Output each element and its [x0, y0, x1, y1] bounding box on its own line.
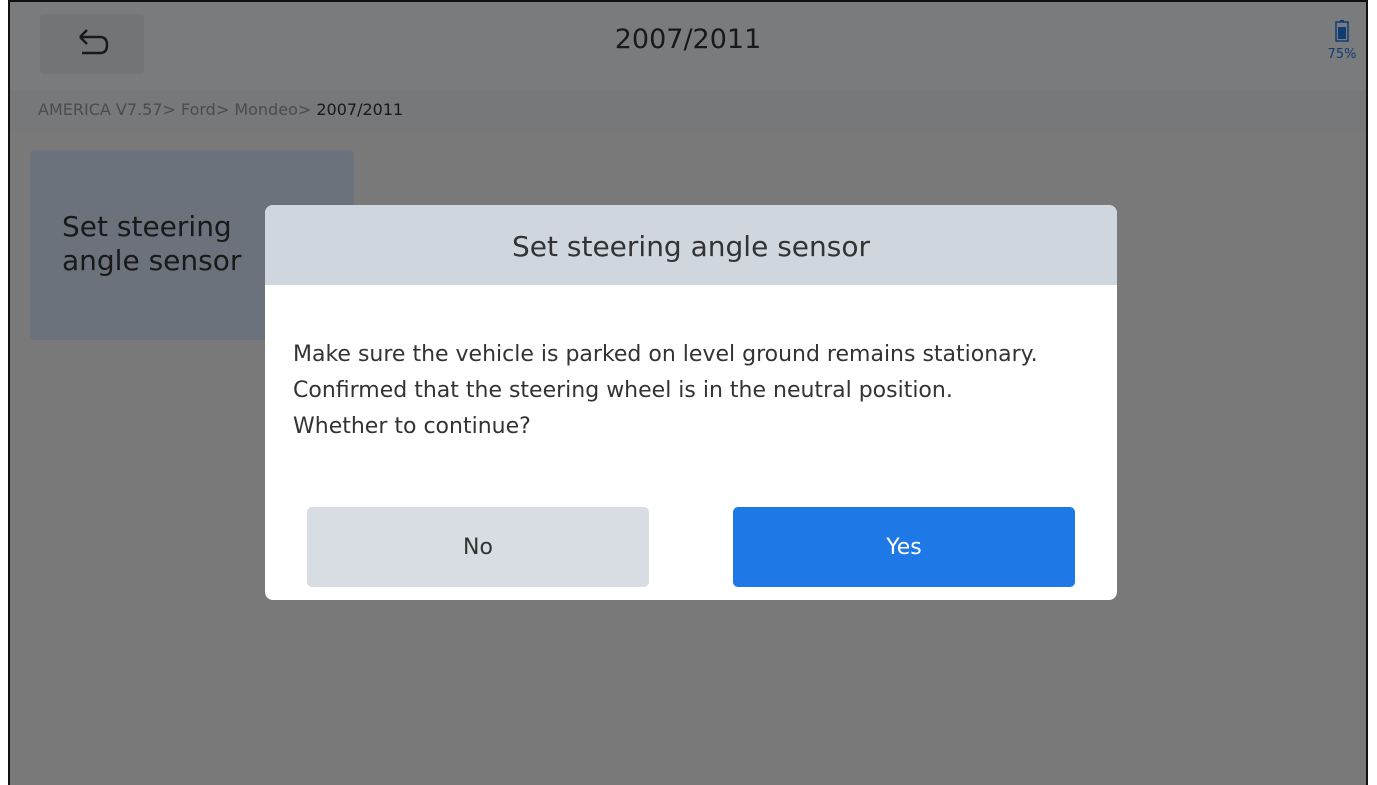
confirm-dialog: Set steering angle sensor Make sure the … — [265, 205, 1117, 600]
dialog-title: Set steering angle sensor — [265, 205, 1117, 285]
app-screen: 2007/2011 75% AMERICA V7.57> Ford> Monde… — [8, 0, 1368, 785]
dialog-message-line: Confirmed that the steering wheel is in … — [293, 378, 953, 403]
dialog-message-line: Whether to continue? — [293, 414, 531, 439]
dialog-message: Make sure the vehicle is parked on level… — [265, 285, 1117, 445]
yes-button-label: Yes — [886, 534, 922, 560]
no-button[interactable]: No — [307, 507, 649, 587]
dialog-message-line: Make sure the vehicle is parked on level… — [293, 342, 1038, 367]
yes-button[interactable]: Yes — [733, 507, 1075, 587]
no-button-label: No — [463, 534, 493, 560]
